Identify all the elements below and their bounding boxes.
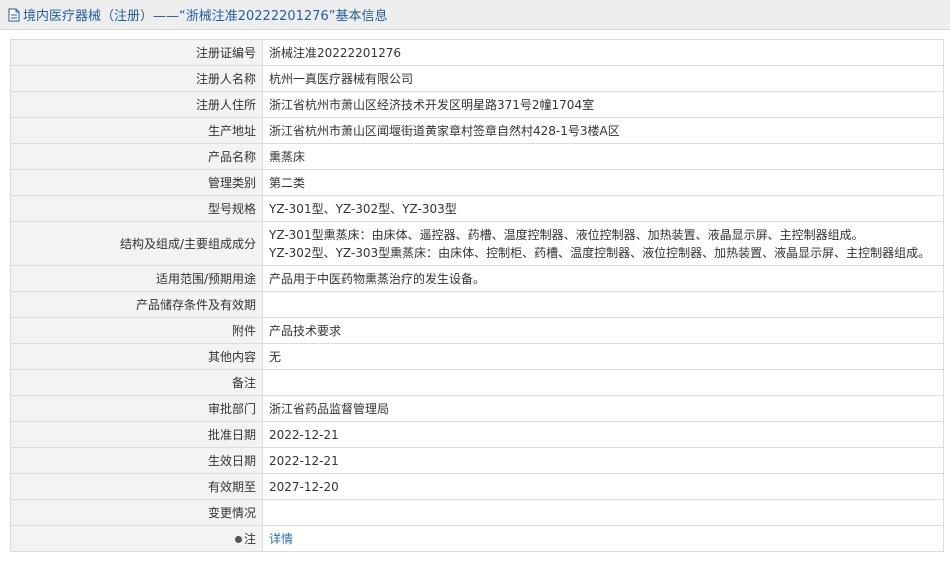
field-label-text: 生效日期 — [207, 453, 256, 468]
table-row: 产品名称 熏蒸床 — [10, 143, 944, 170]
field-value: YZ-301型、YZ-302型、YZ-303型 — [262, 195, 944, 222]
field-label-text: 产品名称 — [207, 149, 256, 164]
field-label-text: 批准日期 — [207, 427, 256, 442]
field-label-text: 审批部门 — [207, 401, 256, 416]
field-value-text: 产品用于中医药物熏蒸治疗的发生设备。 — [269, 271, 486, 286]
field-label-text: 注册人名称 — [195, 71, 256, 86]
table-row: 注册人名称 杭州一真医疗器械有限公司 — [10, 65, 944, 92]
field-label-text: 适用范围/预期用途 — [155, 271, 256, 286]
field-label-text: 生产地址 — [207, 123, 256, 138]
field-value: 2022-12-21 — [262, 447, 944, 474]
field-value-text: 浙江省杭州市萧山区闻堰街道黄家章村签章自然村428-1号3楼A区 — [269, 123, 620, 138]
table-row: 变更情况 — [10, 499, 944, 526]
field-value-text: 2022-12-21 — [269, 427, 339, 442]
field-value: 2022-12-21 — [262, 421, 944, 448]
field-value: YZ-301型熏蒸床：由床体、遥控器、药槽、温度控制器、液位控制器、加热装置、液… — [262, 221, 944, 266]
table-row: 结构及组成/主要组成成分 YZ-301型熏蒸床：由床体、遥控器、药槽、温度控制器、… — [10, 221, 944, 266]
field-label: 注册人住所 — [10, 91, 263, 118]
field-value-text: 无 — [269, 349, 282, 364]
field-label: 产品名称 — [10, 143, 263, 170]
field-value: 浙江省杭州市萧山区经济技术开发区明星路371号2幢1704室 — [262, 91, 944, 118]
page-title: 境内医疗器械（注册）——“浙械注准20222201276”基本信息 — [23, 9, 388, 24]
table-row: 审批部门 浙江省药品监督管理局 — [10, 395, 944, 422]
field-value-text: 产品技术要求 — [269, 323, 342, 338]
field-label-text: 型号规格 — [207, 201, 256, 216]
field-value: 熏蒸床 — [262, 143, 944, 170]
table-row: 批准日期 2022-12-21 — [10, 421, 944, 448]
field-value: 杭州一真医疗器械有限公司 — [262, 65, 944, 92]
field-label: 其他内容 — [10, 343, 263, 370]
field-label: 注册证编号 — [10, 39, 263, 66]
field-label-text: 管理类别 — [207, 175, 256, 190]
field-value-text: 第二类 — [269, 175, 306, 190]
table-row: 其他内容无 — [10, 343, 944, 370]
table-row: 注详情 — [10, 525, 944, 552]
field-label: 注册人名称 — [10, 65, 263, 92]
field-label: 管理类别 — [10, 169, 263, 196]
table-row: 有效期至 2027-12-20 — [10, 473, 944, 500]
field-value-line: YZ-301型熏蒸床：由床体、遥控器、药槽、温度控制器、液位控制器、加热装置、液… — [269, 227, 864, 242]
field-value-line: YZ-302型、YZ-303型熏蒸床：由床体、控制柜、药槽、温度控制器、液位控制… — [269, 245, 931, 260]
field-value-text: 熏蒸床 — [269, 149, 306, 164]
field-label: 附件 — [10, 317, 263, 344]
page-header: 境内医疗器械（注册）——“浙械注准20222201276”基本信息 — [0, 0, 950, 30]
table-row: 生产地址 浙江省杭州市萧山区闻堰街道黄家章村签章自然村428-1号3楼A区 — [10, 117, 944, 144]
field-label: 审批部门 — [10, 395, 263, 422]
field-value: 无 — [262, 343, 944, 370]
field-label: 产品储存条件及有效期 — [10, 291, 263, 318]
field-label: 型号规格 — [10, 195, 263, 222]
table-row: 备注 — [10, 369, 944, 396]
field-label: 适用范围/预期用途 — [10, 265, 263, 292]
field-value-text: 浙江省杭州市萧山区经济技术开发区明星路371号2幢1704室 — [269, 97, 595, 112]
field-value: 浙械注准20222201276 — [262, 39, 944, 66]
field-label: 生产地址 — [10, 117, 263, 144]
field-label-text: 有效期至 — [207, 479, 256, 494]
table-row: 注册证编号 浙械注准20222201276 — [10, 39, 944, 66]
field-value-text: YZ-301型、YZ-302型、YZ-303型 — [269, 201, 457, 216]
field-value: 浙江省杭州市萧山区闻堰街道黄家章村签章自然村428-1号3楼A区 — [262, 117, 944, 144]
table-row: 附件 产品技术要求 — [10, 317, 944, 344]
field-value: 详情 — [262, 525, 944, 552]
field-label-text: 其他内容 — [207, 349, 256, 364]
field-label: 备注 — [10, 369, 263, 396]
table-row: 注册人住所 浙江省杭州市萧山区经济技术开发区明星路371号2幢1704室 — [10, 91, 944, 118]
field-value: 2027-12-20 — [262, 473, 944, 500]
table-row: 管理类别 第二类 — [10, 169, 944, 196]
table-row: 产品储存条件及有效期 — [10, 291, 944, 318]
table-row: 型号规格 YZ-301型、YZ-302型、YZ-303型 — [10, 195, 944, 222]
field-value-text: 浙械注准20222201276 — [269, 45, 401, 60]
details-link[interactable]: 详情 — [269, 532, 293, 546]
field-label-text: 注册证编号 — [195, 45, 256, 60]
table-row: 生效日期 2022-12-21 — [10, 447, 944, 474]
field-value — [262, 499, 944, 526]
document-icon — [8, 8, 20, 21]
field-label-text: 附件 — [231, 323, 256, 338]
table-row: 适用范围/预期用途 产品用于中医药物熏蒸治疗的发生设备。 — [10, 265, 944, 292]
field-value: 浙江省药品监督管理局 — [262, 395, 944, 422]
field-value: 产品技术要求 — [262, 317, 944, 344]
field-value — [262, 291, 944, 318]
field-label-text: 结构及组成/主要组成成分 — [119, 236, 256, 251]
field-label: 变更情况 — [10, 499, 263, 526]
field-value — [262, 369, 944, 396]
field-label-text: 注册人住所 — [195, 97, 256, 112]
field-label-text: 产品储存条件及有效期 — [135, 297, 256, 312]
field-label-text: 变更情况 — [207, 505, 256, 520]
pin-icon — [234, 535, 242, 543]
field-label-text: 备注 — [231, 375, 256, 390]
field-value-text: 浙江省药品监督管理局 — [269, 401, 390, 416]
info-table: 注册证编号 浙械注准20222201276 注册人名称 杭州一真医疗器械有限公司 注册人… — [10, 39, 944, 552]
field-label: 注 — [10, 525, 263, 552]
field-value: 产品用于中医药物熏蒸治疗的发生设备。 — [262, 265, 944, 292]
field-value-text: 杭州一真医疗器械有限公司 — [269, 71, 414, 86]
field-label: 生效日期 — [10, 447, 263, 474]
field-label: 结构及组成/主要组成成分 — [10, 221, 263, 266]
field-label-text: 注 — [243, 531, 256, 546]
field-value-text: 2027-12-20 — [269, 479, 339, 494]
field-value: 第二类 — [262, 169, 944, 196]
field-label: 批准日期 — [10, 421, 263, 448]
field-value-text: 2022-12-21 — [269, 453, 339, 468]
field-label: 有效期至 — [10, 473, 263, 500]
